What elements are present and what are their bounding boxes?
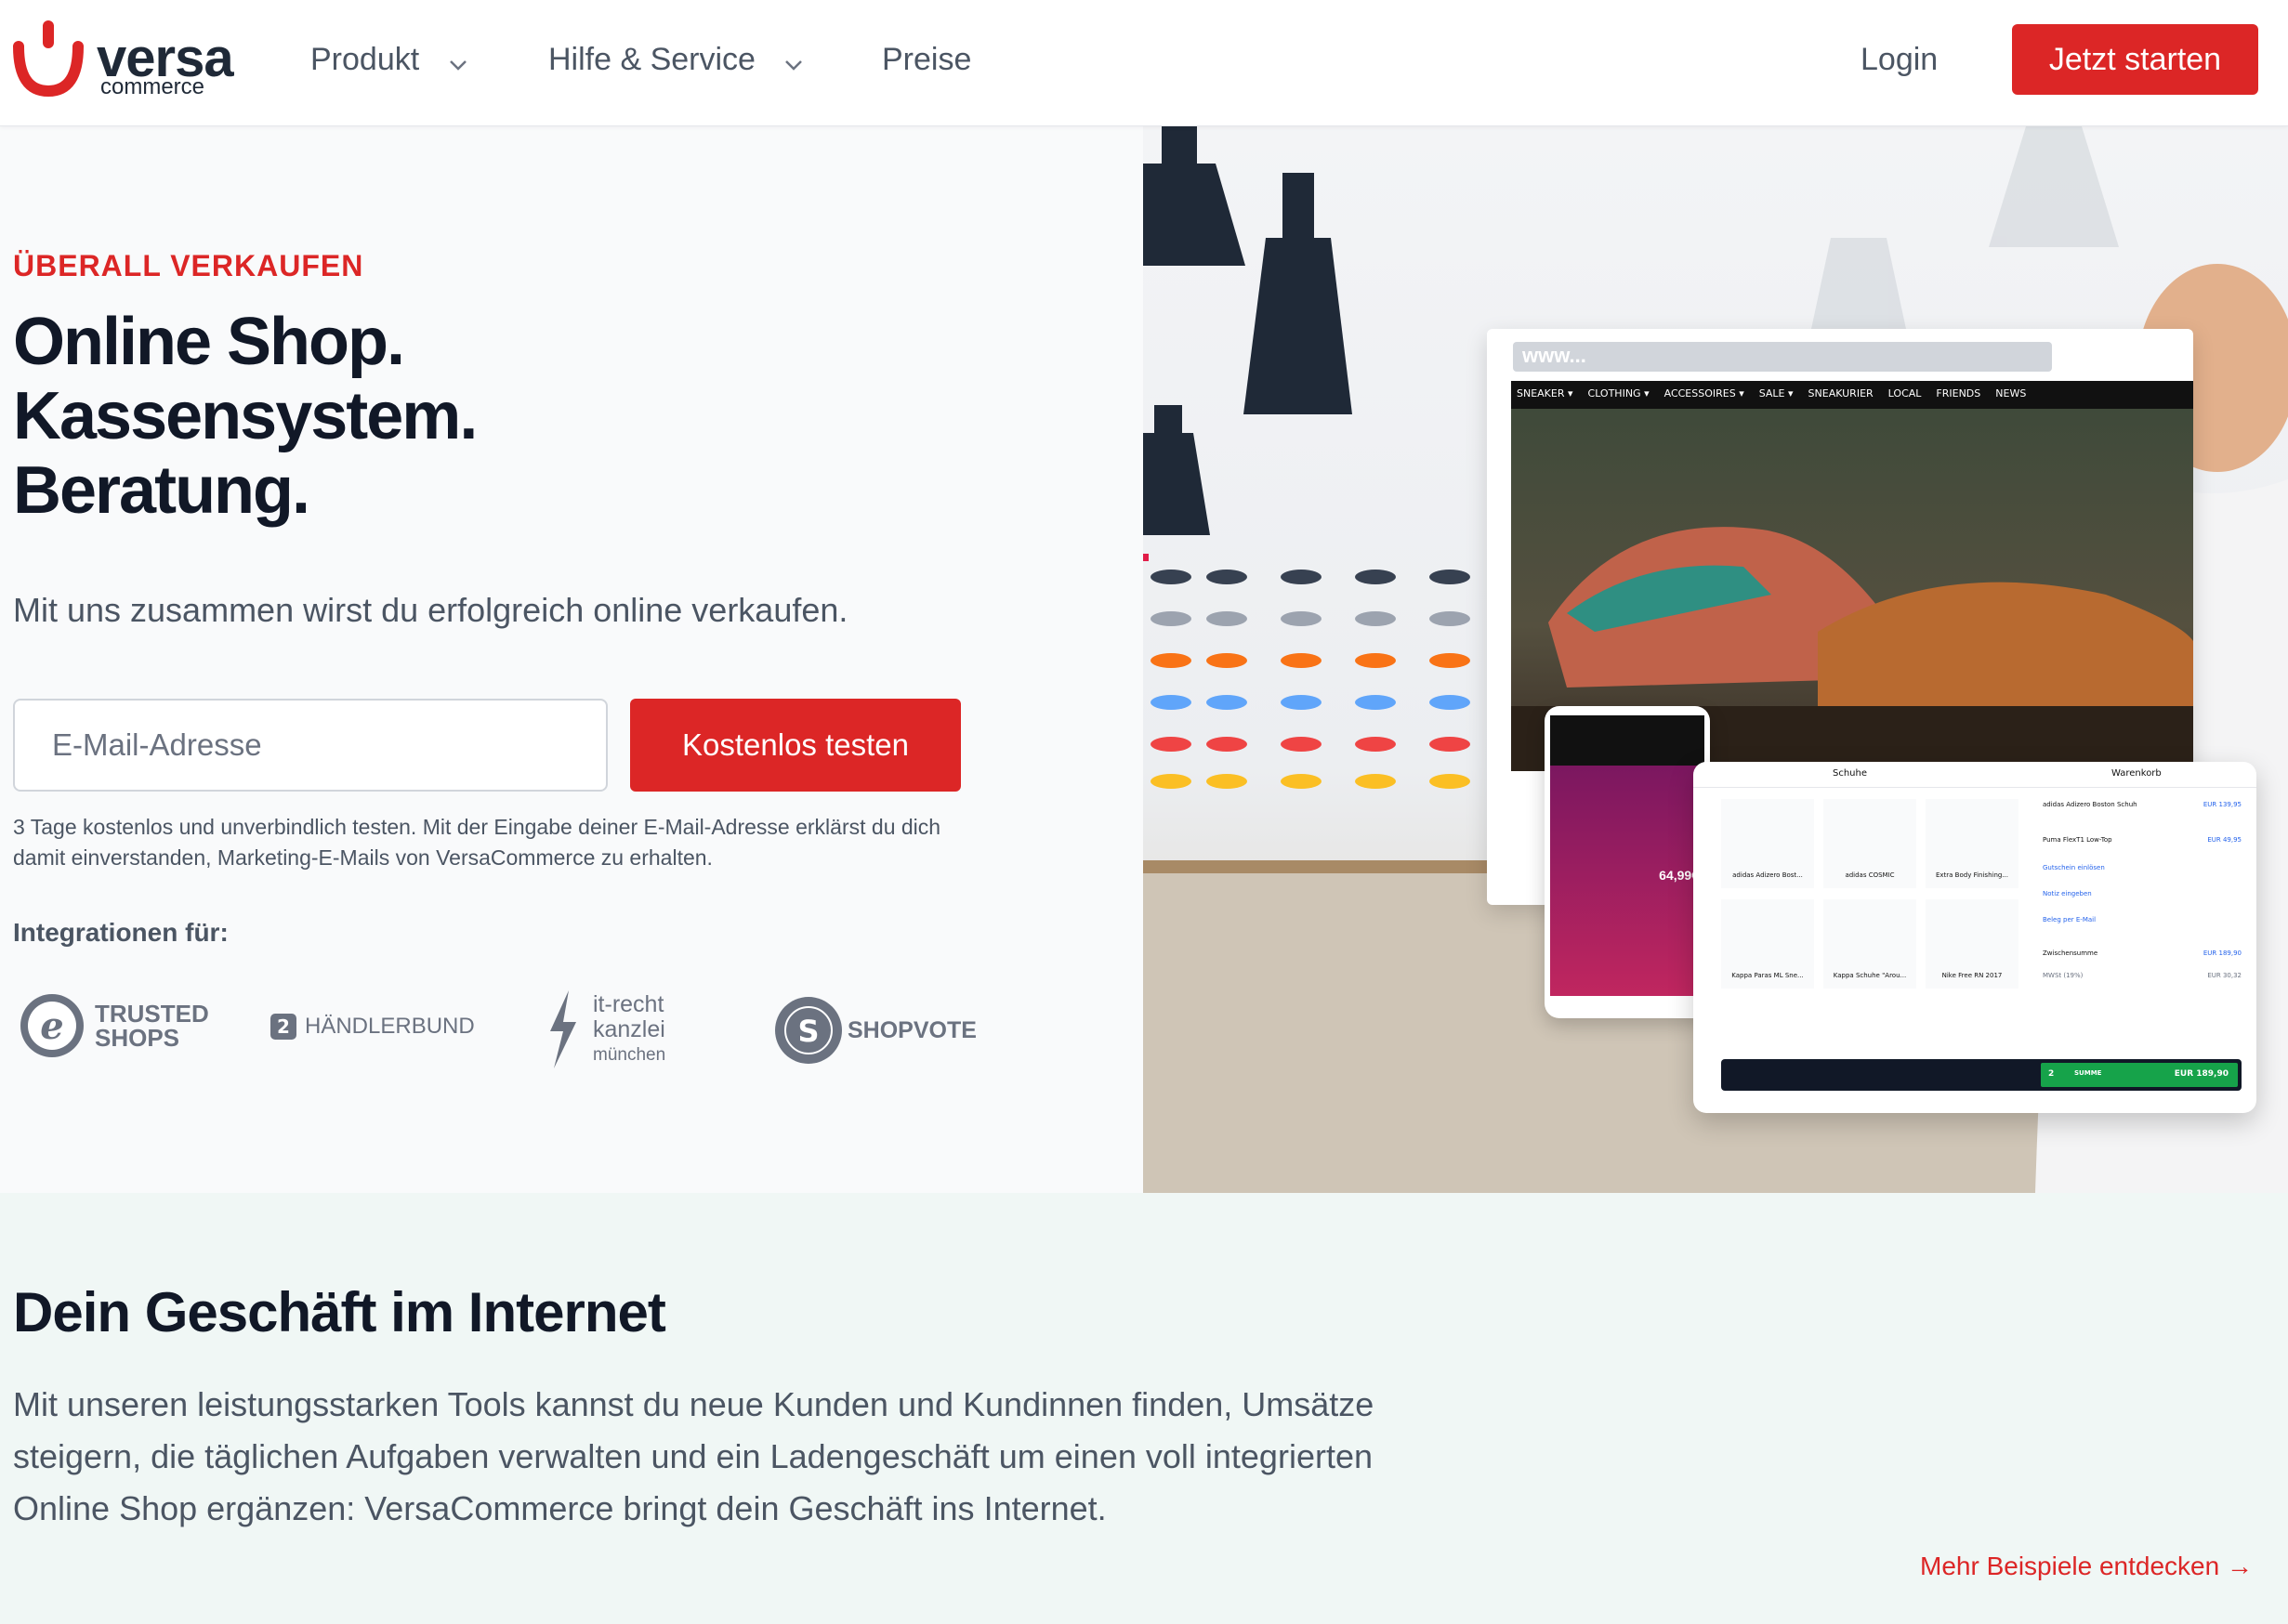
partner-shopvote[interactable]: S SHOPVOTE — [773, 995, 977, 1066]
shop-nav-item: SNEAKER ▾ — [1517, 387, 1573, 399]
site-header: versa commerce Produkt Hilfe & Service P… — [0, 0, 2288, 126]
subtotal-value: EUR 189,90 — [2203, 950, 2242, 957]
cart-item-price: EUR 49,95 — [2207, 836, 2242, 844]
shop-nav-item: FRIENDS — [1936, 387, 1981, 399]
cart-link[interactable]: Beleg per E-Mail — [2043, 914, 2242, 925]
login-link[interactable]: Login — [1861, 37, 1938, 82]
pos-product[interactable]: adidas COSMIC — [1823, 799, 1916, 888]
nav-produkt-label: Produkt — [310, 42, 420, 77]
hero-headline: Online Shop. Kassensystem. Beratung. — [13, 305, 478, 528]
integrations-label: Integrationen für: — [13, 918, 229, 947]
section-text: Mit unseren leistungsstarken Tools kanns… — [13, 1385, 1374, 1527]
pos-footer-bar: 2 SUMME EUR 189,90 — [1721, 1059, 2242, 1091]
nav-hilfe-service[interactable]: Hilfe & Service — [548, 37, 803, 82]
pos-category: Schuhe — [1833, 768, 1868, 779]
email-input[interactable] — [13, 699, 608, 792]
nav-preise[interactable]: Preise — [882, 37, 971, 82]
hero-image: www... SNEAKER ▾ CLOTHING ▾ ACCESSOIRES … — [1143, 126, 2288, 1193]
partner-name: SHOPVOTE — [848, 1016, 977, 1043]
svg-text:S: S — [797, 1014, 819, 1049]
chevron-down-icon — [449, 39, 467, 84]
pos-product[interactable]: Extra Body Finishing... — [1926, 799, 2018, 888]
subtotal-label: Zwischensumme — [2043, 950, 2098, 957]
logo-mark-icon — [13, 20, 84, 98]
phone-mockup: 64,99€ — [1545, 706, 1710, 1018]
partner-haendlerbund[interactable]: 2 HÄNDLERBUND — [270, 1013, 475, 1041]
pos-product[interactable]: Kappa Schuhe "Arou... — [1823, 899, 1916, 989]
hero-subline: Mit uns zusammen wirst du erfolgreich on… — [13, 591, 848, 629]
shop-nav-item: NEWS — [1995, 387, 2027, 399]
logo-subword: commerce — [100, 74, 205, 99]
lightning-icon — [550, 990, 576, 1068]
partner-line: TRUSTED — [95, 1000, 209, 1028]
shop-nav-item: ACCESSOIRES ▾ — [1663, 387, 1744, 399]
nav-preise-label: Preise — [882, 42, 972, 77]
shop-nav-item: SNEAKURIER — [1808, 387, 1874, 399]
versa-commerce-logo[interactable]: versa commerce — [11, 19, 234, 102]
section-title: Dein Geschäft im Internet — [13, 1281, 666, 1343]
tax-value: EUR 30,32 — [2207, 972, 2242, 979]
footer-sum-label: SUMME — [2074, 1069, 2102, 1077]
pos-product[interactable]: adidas Adizero Bost... — [1721, 799, 1814, 888]
kostenlos-testen-button[interactable]: Kostenlos testen — [630, 699, 961, 792]
pos-product[interactable]: Kappa Paras ML Sne... — [1721, 899, 1814, 989]
signup-disclaimer: 3 Tage kostenlos und unverbindlich teste… — [13, 815, 941, 870]
cart-item-price: EUR 139,95 — [2203, 801, 2242, 808]
jetzt-starten-button[interactable]: Jetzt starten — [2012, 24, 2258, 95]
tax-label: MWSt (19%) — [2043, 972, 2084, 979]
partner-line: SHOPS — [95, 1024, 180, 1052]
haendlerbund-icon: 2 — [270, 1014, 296, 1040]
pos-product[interactable]: Nike Free RN 2017 — [1926, 899, 2018, 989]
shop-nav-item: CLOTHING ▾ — [1587, 387, 1650, 399]
partner-line: it-recht — [593, 990, 664, 1017]
pos-cart: adidas Adizero Boston Schuh EUR 139,95 Pu… — [2043, 799, 2242, 981]
pos-tablet-mockup: Schuhe Warenkorb adidas Adizero Bost... … — [1693, 762, 2256, 1113]
shop-nav: SNEAKER ▾ CLOTHING ▾ ACCESSOIRES ▾ SALE … — [1511, 381, 2193, 406]
cart-item-name: Puma FlexT1 Low-Top — [2043, 836, 2112, 844]
shop-nav-item: SALE ▾ — [1758, 387, 1794, 399]
hero-eyebrow: ÜBERALL VERKAUFEN — [13, 249, 364, 282]
partner-name: HÄNDLERBUND — [305, 1014, 475, 1039]
footer-count: 2 — [2048, 1069, 2055, 1079]
nav-hilfe-service-label: Hilfe & Service — [548, 42, 756, 77]
partner-it-recht-kanzlei[interactable]: it-recht kanzlei münchen — [545, 989, 665, 1070]
svg-text:e: e — [40, 1004, 63, 1048]
chevron-down-icon — [784, 39, 803, 84]
nav-produkt[interactable]: Produkt — [310, 37, 467, 82]
cart-link[interactable]: Gutschein einlösen — [2043, 862, 2242, 873]
headline-line: Kassensystem. — [13, 379, 478, 453]
cart-item-name: adidas Adizero Boston Schuh — [2043, 801, 2137, 808]
partner-line: kanzlei — [593, 1015, 665, 1042]
footer-sum-value: EUR 189,90 — [2174, 1069, 2229, 1079]
svg-text:2: 2 — [277, 1015, 290, 1038]
headline-line: Online Shop. — [13, 305, 405, 379]
partner-trusted-shops[interactable]: e TRUSTED SHOPS — [19, 992, 209, 1059]
cart-link[interactable]: Notiz eingeben — [2043, 888, 2242, 899]
shop-nav-item: LOCAL — [1887, 387, 1922, 399]
pos-cart-title: Warenkorb — [2111, 768, 2162, 779]
partner-line: münchen — [593, 1044, 666, 1065]
trusted-shops-icon: e — [20, 994, 84, 1057]
mehr-beispiele-link[interactable]: Mehr Beispiele entdecken → — [1920, 1552, 2253, 1581]
shopvote-icon: S — [775, 997, 842, 1064]
headline-line: Beratung. — [13, 453, 310, 528]
browser-url: www... — [1522, 344, 1586, 367]
